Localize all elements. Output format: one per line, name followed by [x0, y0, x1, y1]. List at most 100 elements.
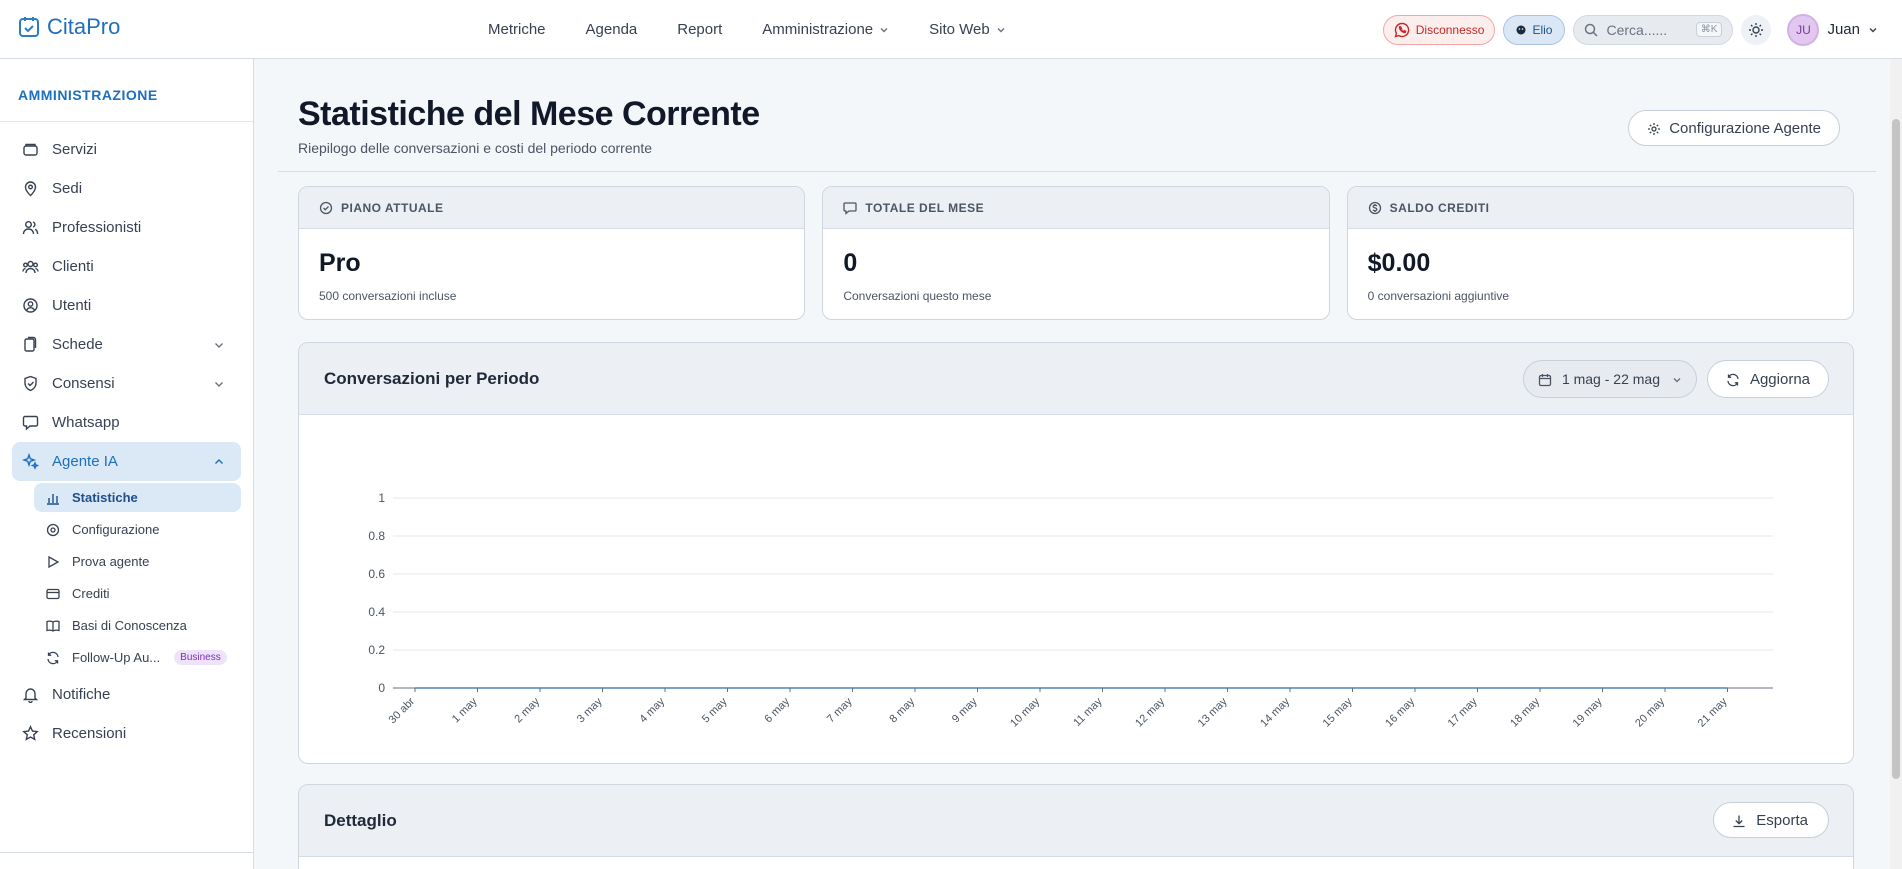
panel-header: Dettaglio Esporta	[299, 785, 1853, 857]
y-tick-label: 0	[378, 681, 385, 695]
card-subtext: Conversazioni questo mese	[843, 289, 992, 303]
app-logo[interactable]: CitaPro	[17, 14, 120, 40]
panel-title: Conversazioni per Periodo	[324, 369, 540, 388]
sidebar-subitem-configurazione[interactable]: Configurazione	[34, 515, 241, 544]
nav-item-report[interactable]: Report	[677, 21, 722, 38]
main-nav: Metriche Agenda Report Amministrazione S…	[488, 0, 1006, 59]
theme-toggle-button[interactable]	[1741, 14, 1772, 45]
calendar-check-icon	[17, 15, 41, 39]
nav-label: Sito Web	[929, 21, 990, 38]
sidebar-item-notifiche[interactable]: Notifiche	[12, 675, 241, 714]
sidebar-item-schede[interactable]: Schede	[12, 325, 241, 364]
x-tick-label: 17 may	[1446, 695, 1480, 729]
search-shortcut: ⌘K	[1695, 22, 1723, 37]
refresh-icon	[46, 651, 60, 665]
search-input[interactable]: Cerca...... ⌘K	[1573, 14, 1734, 45]
panel-header: Conversazioni per Periodo 1 mag - 22 mag…	[299, 343, 1853, 415]
x-tick-label: 20 may	[1633, 695, 1667, 729]
download-icon	[1732, 814, 1746, 828]
bar-chart-icon	[46, 491, 60, 505]
card-header-label: PIANO ATTUALE	[341, 200, 444, 215]
chevron-down-icon	[879, 25, 889, 35]
card-value: Pro	[319, 249, 361, 277]
y-tick-label: 0.4	[368, 605, 385, 619]
agent-config-button[interactable]: Configurazione Agente	[1628, 110, 1840, 146]
x-tick-label: 30 abr	[387, 695, 418, 726]
sidebar-item-label: Sedi	[52, 180, 83, 197]
box-icon	[22, 141, 39, 158]
user-cog-icon	[22, 297, 39, 314]
sidebar-item-whatsapp[interactable]: Whatsapp	[12, 403, 241, 442]
whatsapp-status-button[interactable]: Disconnesso	[1382, 14, 1496, 45]
book-icon	[46, 619, 60, 633]
card-value: $0.00	[1367, 249, 1431, 277]
x-tick-label: 6 may	[762, 695, 792, 725]
page-scrollbar[interactable]	[1890, 59, 1902, 869]
x-tick-label: 15 may	[1321, 695, 1355, 729]
button-label: Configurazione Agente	[1669, 119, 1821, 137]
sidebar-item-consensi[interactable]: Consensi	[12, 364, 241, 403]
sun-icon	[1748, 22, 1764, 38]
sidebar-subitem-label: Statistiche	[72, 490, 138, 505]
x-tick-label: 21 may	[1696, 695, 1730, 729]
sidebar-item-professionisti[interactable]: Professionisti	[12, 208, 241, 247]
sidebar-item-label: Clienti	[52, 258, 94, 275]
sidebar-title: AMMINISTRAZIONE	[0, 59, 253, 122]
nav-item-sito-web[interactable]: Sito Web	[929, 21, 1006, 38]
sidebar-subitem-label: Configurazione	[72, 522, 160, 537]
sidebar-footer	[0, 852, 254, 869]
sidebar-item-label: Notifiche	[52, 686, 111, 703]
refresh-button[interactable]: Aggiorna	[1706, 360, 1829, 398]
user-menu[interactable]: JU Juan	[1787, 13, 1878, 46]
sidebar-item-label: Whatsapp	[52, 414, 120, 431]
nav-item-agenda[interactable]: Agenda	[586, 21, 638, 38]
workspace-icon	[1516, 25, 1526, 35]
button-label: Esporta	[1756, 811, 1808, 829]
nav-item-metriche[interactable]: Metriche	[488, 21, 546, 38]
workspace-button[interactable]: Elio	[1503, 14, 1566, 45]
sparkles-icon	[22, 453, 39, 470]
sidebar-subitem-follow-up[interactable]: Follow-Up Au... Business	[34, 643, 241, 672]
sidebar-subitem-basi-conoscenza[interactable]: Basi di Conoscenza	[34, 611, 241, 640]
card-subtext: 500 conversazioni incluse	[319, 289, 457, 303]
plan-card: PIANO ATTUALE Pro 500 conversazioni incl…	[298, 186, 806, 320]
nav-item-amministrazione[interactable]: Amministrazione	[762, 21, 889, 38]
sidebar-item-label: Professionisti	[52, 219, 142, 236]
sidebar-item-agente-ia[interactable]: Agente IA	[12, 442, 241, 481]
y-tick-label: 0.2	[368, 643, 385, 657]
credit-balance-card: SALDO CREDITI $0.00 0 conversazioni aggi…	[1346, 186, 1854, 320]
scrollbar-thumb[interactable]	[1892, 119, 1900, 779]
header-divider	[278, 171, 1876, 172]
y-tick-label: 0.8	[368, 529, 385, 543]
clipboard-icon	[22, 336, 39, 353]
x-tick-label: 3 may	[575, 695, 605, 725]
sidebar-item-sedi[interactable]: Sedi	[12, 169, 241, 208]
card-header-label: SALDO CREDITI	[1389, 200, 1490, 215]
sidebar-item-clienti[interactable]: Clienti	[12, 247, 241, 286]
date-range-label: 1 mag - 22 mag	[1561, 371, 1660, 387]
page-title: Statistiche del Mese Corrente	[298, 95, 760, 133]
sidebar-item-label: Utenti	[52, 297, 92, 314]
x-tick-label: 10 may	[1008, 695, 1042, 729]
export-button[interactable]: Esporta	[1713, 802, 1829, 838]
sidebar-item-utenti[interactable]: Utenti	[12, 286, 241, 325]
sidebar-subitem-label: Crediti	[72, 586, 110, 601]
chevron-down-icon	[1868, 25, 1878, 35]
whatsapp-icon	[1394, 22, 1410, 38]
bell-icon	[22, 686, 39, 703]
sidebar-item-servizi[interactable]: Servizi	[12, 130, 241, 169]
header-actions: Disconnesso Elio Cerca...... ⌘K JU Juan	[1382, 0, 1878, 59]
card-header: PIANO ATTUALE	[299, 187, 805, 229]
sidebar-item-label: Agente IA	[52, 453, 118, 470]
nav-label: Amministrazione	[762, 21, 874, 38]
sidebar-item-recensioni[interactable]: Recensioni	[12, 714, 241, 753]
card-header: SALDO CREDITI	[1347, 187, 1853, 229]
sidebar-subitem-prova-agente[interactable]: Prova agente	[34, 547, 241, 576]
date-range-picker[interactable]: 1 mag - 22 mag	[1522, 360, 1697, 398]
sidebar-subitem-crediti[interactable]: Crediti	[34, 579, 241, 608]
sidebar-subitem-label: Follow-Up Au...	[72, 650, 161, 665]
conversations-line-chart: 0 0.2 0.4 0.6 0.8 1 30 abr 1 may 2 may 3 may 4 may…	[368, 491, 1773, 730]
sidebar-subitem-statistiche[interactable]: Statistiche	[34, 483, 241, 512]
sidebar-subitem-label: Prova agente	[72, 554, 150, 569]
logo-text: CitaPro	[47, 14, 121, 39]
